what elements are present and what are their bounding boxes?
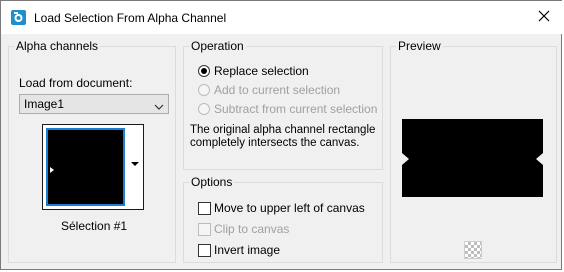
clip-to-canvas-label[interactable]: Clip to canvas <box>214 222 289 236</box>
replace-selection-radio[interactable] <box>198 65 210 77</box>
preview-notch-right <box>536 153 543 165</box>
preview-notch-left <box>402 153 409 165</box>
alpha-channels-label: Alpha channels <box>14 39 101 53</box>
load-from-document-label: Load from document: <box>19 76 133 90</box>
operation-label: Operation <box>189 39 246 53</box>
add-selection-label[interactable]: Add to current selection <box>214 83 340 97</box>
preview-canvas <box>402 119 543 197</box>
dropdown-arrow-icon <box>131 162 139 166</box>
document-dropdown[interactable]: Image1 <box>19 94 169 114</box>
invert-image-label[interactable]: Invert image <box>214 243 280 257</box>
checkerboard-icon[interactable] <box>464 241 482 259</box>
options-label: Options <box>189 175 235 189</box>
add-selection-radio[interactable] <box>198 84 210 96</box>
invert-image-checkbox[interactable] <box>198 244 211 257</box>
document-dropdown-value: Image1 <box>24 97 65 111</box>
dialog-window: Load Selection From Alpha Channel Alpha … <box>0 0 563 270</box>
replace-selection-label[interactable]: Replace selection <box>214 64 309 78</box>
move-upper-left-label[interactable]: Move to upper left of canvas <box>214 201 365 215</box>
operation-description: The original alpha channel rectangle com… <box>190 124 376 149</box>
subtract-selection-label[interactable]: Subtract from current selection <box>214 102 377 116</box>
chevron-down-icon <box>154 100 164 114</box>
thumbnail-notch <box>50 167 54 173</box>
preview-label: Preview <box>396 39 443 53</box>
close-button[interactable] <box>531 5 557 29</box>
clip-to-canvas-checkbox[interactable] <box>198 223 211 236</box>
channel-name: Sélection #1 <box>61 219 128 233</box>
window-title: Load Selection From Alpha Channel <box>34 11 227 25</box>
subtract-selection-radio[interactable] <box>198 103 210 115</box>
app-icon <box>11 10 26 25</box>
channel-thumbnail[interactable] <box>46 128 125 206</box>
move-upper-left-checkbox[interactable] <box>198 202 211 215</box>
close-icon[interactable] <box>538 10 550 25</box>
channel-thumbnail-selector[interactable] <box>42 124 144 210</box>
thumbnail-dropdown-button[interactable] <box>127 125 143 209</box>
title-bar: Load Selection From Alpha Channel <box>1 1 563 34</box>
